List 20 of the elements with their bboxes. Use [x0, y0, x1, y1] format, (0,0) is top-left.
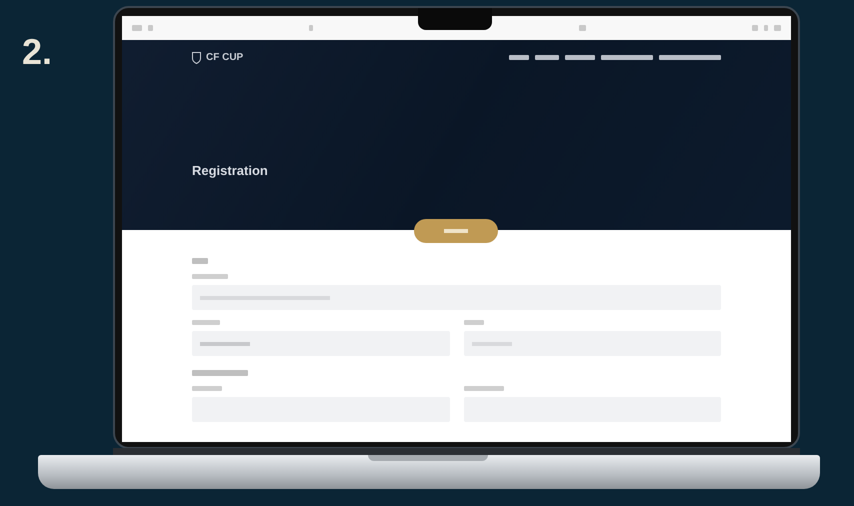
- illegible-nav-link[interactable]: [659, 55, 721, 60]
- input-field[interactable]: [192, 285, 721, 310]
- select-field[interactable]: [192, 331, 450, 356]
- illegible-field-label: [192, 320, 220, 325]
- step-number: 2.: [21, 30, 54, 74]
- illegible-field-label: [192, 274, 228, 279]
- illegible-field-label: [464, 386, 504, 391]
- illegible-nav-link[interactable]: [535, 55, 559, 60]
- site-logo-text[interactable]: CF CUP: [206, 50, 244, 65]
- illegible-section-heading: [192, 370, 248, 376]
- illegible-nav-link[interactable]: [509, 55, 529, 60]
- illegible-field-label: [464, 320, 484, 325]
- illegible-nav-link[interactable]: [601, 55, 653, 60]
- illegible-field-label: [192, 386, 222, 391]
- shield-icon: [192, 52, 201, 64]
- hero-action-button[interactable]: [414, 219, 498, 243]
- select-field[interactable]: [464, 331, 721, 356]
- illegible-section-heading: [192, 258, 208, 264]
- illegible-nav-link[interactable]: [565, 55, 595, 60]
- page-title: Registration: [192, 162, 269, 180]
